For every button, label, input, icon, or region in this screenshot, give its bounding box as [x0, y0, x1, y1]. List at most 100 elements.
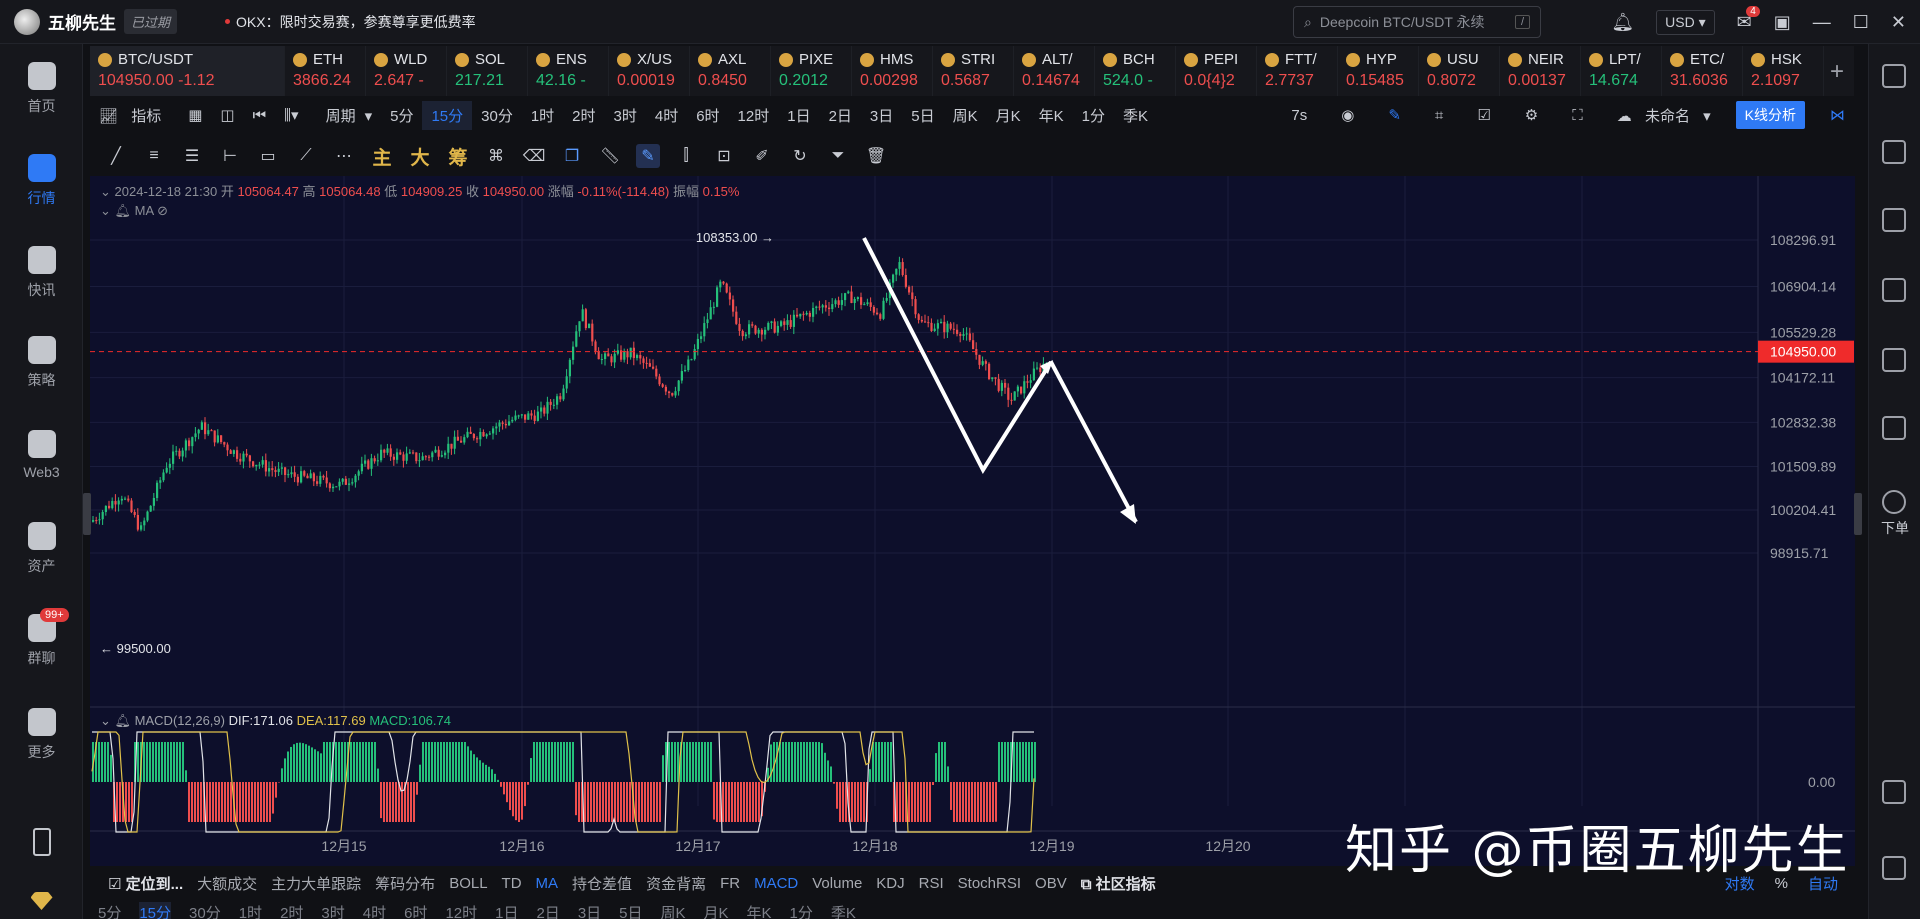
alert-icon[interactable]: 🔔︎	[115, 203, 132, 218]
interval-option-bottom[interactable]: 30分	[189, 902, 221, 919]
ticker-item[interactable]: STRI 0.5687	[933, 46, 1014, 96]
lock-icon[interactable]: ⊡	[712, 144, 736, 168]
replay-icon[interactable]: ⏮	[244, 103, 276, 128]
currency-select[interactable]: USD ▾	[1656, 9, 1715, 35]
eraser-icon[interactable]: ⌫	[522, 144, 546, 168]
ticker-item[interactable]: HYP 0.15485	[1338, 46, 1419, 96]
interval-option-bottom[interactable]: 月K	[704, 902, 729, 919]
interval-option[interactable]: 月K	[987, 101, 1030, 130]
main-tool[interactable]: 主	[370, 144, 394, 169]
indicator-option[interactable]: 主力大单跟踪	[271, 873, 361, 894]
nav-news[interactable]: 快讯	[0, 246, 83, 300]
percent-scale-toggle[interactable]: %	[1775, 875, 1788, 892]
search-input[interactable]: ⌕ Deepcoin BTC/USDT 永续 /	[1293, 6, 1541, 38]
ticker-item[interactable]: WLD 2.647 -	[366, 46, 447, 96]
interval-option[interactable]: 季K	[1114, 101, 1157, 130]
interval-option[interactable]: 6时	[687, 101, 728, 130]
interval-option-bottom[interactable]: 5分	[98, 902, 121, 919]
interval-option-bottom[interactable]: 1日	[495, 902, 518, 919]
auto-scale-toggle[interactable]: 自动	[1808, 873, 1838, 894]
mail-icon[interactable]: ✉ 4	[1737, 5, 1760, 33]
ticker-item[interactable]: AXL 0.8450	[690, 46, 771, 96]
collapse-macd-icon[interactable]: ⌄	[100, 713, 111, 728]
interval-option[interactable]: 1时	[522, 101, 563, 130]
close-icon[interactable]: ✕	[1891, 12, 1906, 33]
panel-icon[interactable]	[1882, 780, 1906, 804]
list-icon[interactable]	[1882, 64, 1906, 88]
indicator-option[interactable]: MA	[536, 875, 559, 892]
interval-option[interactable]: 4时	[646, 101, 687, 130]
nav-assets[interactable]: 资产	[0, 522, 83, 576]
copy-icon[interactable]: ❐	[560, 144, 584, 168]
indicator-option[interactable]: 筹码分布	[375, 873, 435, 894]
interval-option-bottom[interactable]: 1时	[239, 902, 262, 919]
indicator-option[interactable]: StochRSI	[958, 875, 1021, 892]
indicator-option[interactable]: BOLL	[449, 875, 487, 892]
indicator-option[interactable]: OBV	[1035, 875, 1067, 892]
interval-option-bottom[interactable]: 周K	[661, 902, 686, 919]
ticker-item[interactable]: ENS 42.16 -	[528, 46, 609, 96]
interval-option-bottom[interactable]: 2日	[536, 902, 559, 919]
indicator-option[interactable]: KDJ	[876, 875, 904, 892]
kline-analysis-button[interactable]: K线分析	[1735, 101, 1805, 129]
nav-vip[interactable]	[0, 892, 83, 916]
macd-alert-icon[interactable]: 🔔︎	[115, 713, 132, 728]
calendar-icon[interactable]: ▦	[179, 102, 211, 128]
filter-icon[interactable]: ⏷	[826, 144, 850, 168]
interval-option-bottom[interactable]: 12时	[445, 902, 477, 919]
right-collapse-handle[interactable]	[1854, 493, 1862, 535]
interval-option[interactable]: 30分	[472, 101, 522, 130]
crop-icon[interactable]: ⌗	[1426, 103, 1452, 128]
trend-icon[interactable]	[1882, 278, 1906, 302]
camera-icon[interactable]: ◉	[1332, 102, 1363, 128]
candles-icon[interactable]: ⫿	[674, 144, 698, 168]
magnet-icon[interactable]: ⌘	[484, 144, 508, 168]
candlestick-chart[interactable]: 104950.00 108296.91 106904.14 105529.28 1041…	[90, 176, 1855, 866]
parallel-lines-icon[interactable]: ≡	[142, 144, 166, 168]
ticker-item[interactable]: ETC/31.6036	[1662, 46, 1743, 96]
community-indicators-button[interactable]: ⧉ 社区指标	[1081, 873, 1156, 894]
ticker-item[interactable]: BCH 524.0 -	[1095, 46, 1176, 96]
nav-chat[interactable]: 群聊 99+	[0, 608, 83, 668]
depth-icon[interactable]	[1882, 348, 1906, 372]
checkbox-icon[interactable]: ☑	[1468, 102, 1499, 128]
interval-option[interactable]: 5日	[902, 101, 943, 130]
interval-option-bottom[interactable]: 5日	[619, 902, 642, 919]
pen-icon[interactable]: ✎	[1379, 102, 1410, 128]
horizontal-lines-icon[interactable]: ☰	[180, 144, 204, 168]
interval-option[interactable]: 1分	[1073, 101, 1114, 130]
measure-icon[interactable]: ⟋	[294, 144, 318, 168]
nav-strategy[interactable]: 策略	[0, 336, 83, 390]
layout-icon[interactable]: ▣	[1774, 12, 1791, 33]
interval-option[interactable]: 年K	[1030, 101, 1073, 130]
interval-option-bottom[interactable]: 6时	[404, 902, 427, 919]
interval-option-bottom[interactable]: 3日	[578, 902, 601, 919]
interval-option-bottom[interactable]: 4时	[363, 902, 386, 919]
chart-panel[interactable]: 104950.00 108296.91 106904.14 105529.28 1041…	[90, 176, 1855, 866]
indicator-option[interactable]: 资金背离	[646, 873, 706, 894]
bell-icon[interactable]: 🔔︎	[1611, 12, 1634, 33]
ticker-item[interactable]: HSK 2.1097	[1743, 46, 1824, 96]
ruler-icon[interactable]: 📏︎	[598, 144, 622, 168]
nav-mobile[interactable]	[0, 828, 83, 862]
edit-icon[interactable]: ✐	[750, 144, 774, 168]
order-icon[interactable]	[1882, 490, 1906, 514]
expired-badge[interactable]: 已过期	[124, 9, 178, 34]
maximize-icon[interactable]: ☐	[1853, 12, 1869, 33]
ticker-item[interactable]: FTT/2.7737	[1257, 46, 1338, 96]
trash-icon[interactable]: 🗑︎	[864, 144, 888, 168]
interval-option[interactable]: 3日	[861, 101, 902, 130]
layout-name-select[interactable]: ☁ 未命名 ▾	[1608, 101, 1720, 130]
indicator-option[interactable]: 持仓差值	[572, 873, 632, 894]
indicator-button[interactable]: 📈︎ 指标	[90, 101, 179, 130]
chart-type-icon[interactable]: ⫼▾	[275, 102, 307, 128]
ticker-item[interactable]: NEIR 0.00137	[1500, 46, 1581, 96]
etf-icon[interactable]	[1882, 416, 1906, 440]
log-scale-toggle[interactable]: 对数	[1725, 873, 1755, 894]
order-label[interactable]: 下单	[1869, 518, 1920, 538]
add-ticker-icon[interactable]: +	[1830, 58, 1844, 86]
ticker-item[interactable]: X/US 0.00019	[609, 46, 690, 96]
ticker-item[interactable]: USU 0.8072	[1419, 46, 1500, 96]
indicator-option[interactable]: RSI	[919, 875, 944, 892]
interval-option[interactable]: 5分	[381, 101, 422, 130]
